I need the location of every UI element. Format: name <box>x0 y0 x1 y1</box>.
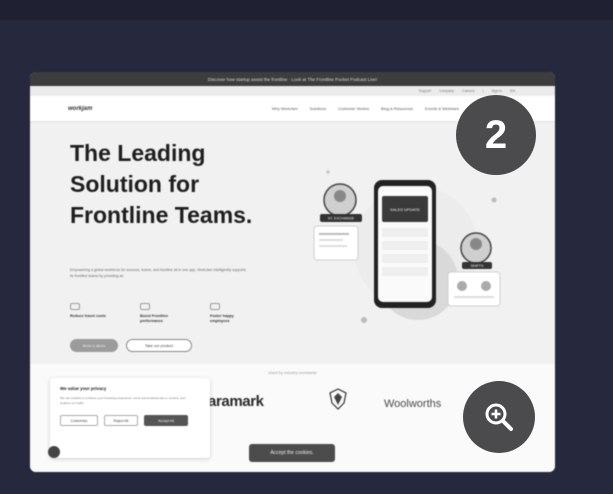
phone-row <box>382 241 428 250</box>
nav-link[interactable]: Customer Stories <box>338 106 369 111</box>
nav-link[interactable]: Why WorkJam <box>272 106 298 111</box>
sparkle-dot <box>326 170 330 174</box>
cookie-title: We value your privacy <box>60 386 107 391</box>
right-card-avatar <box>481 281 491 291</box>
cookie-settings-icon[interactable] <box>48 446 60 458</box>
left-card-line <box>319 233 349 235</box>
right-card-line <box>454 296 494 298</box>
feature-label: Boost Frontline performance <box>140 314 169 323</box>
sparkle-dot <box>491 197 497 203</box>
nav-link[interactable]: Events & Webinars <box>425 106 459 111</box>
feature-icon <box>70 303 80 310</box>
cookie-accept-button[interactable]: Accept All <box>144 415 188 427</box>
cookie-body: We use cookies to enhance your browsing … <box>60 396 186 405</box>
feature-label: Reduce travel costs <box>70 314 106 318</box>
cookie-buttons: Customise Reject All Accept All <box>60 415 200 427</box>
utility-link[interactable]: Sign in <box>491 89 502 93</box>
sparkle-dot <box>361 317 367 323</box>
zoom-in-icon <box>485 403 513 431</box>
left-card <box>313 225 359 261</box>
woolworths-logo-text: Woolworths <box>384 398 442 410</box>
feature-list: Reduce travel costs Boost Frontline perf… <box>70 303 254 324</box>
phone-header-text: SALES UPDATE <box>390 207 420 212</box>
product-tour-button[interactable]: Take our product <box>126 339 192 352</box>
top-band <box>0 0 613 20</box>
right-card-avatar <box>457 281 467 291</box>
nav-link[interactable]: Blog & Resources <box>381 106 413 111</box>
left-card-line <box>319 239 343 241</box>
nav-link[interactable]: Solutions <box>310 106 326 111</box>
avatar-right-face <box>470 238 482 250</box>
cookie-customise-button[interactable]: Customise <box>60 415 98 427</box>
utility-link[interactable]: Company <box>439 89 454 93</box>
hero-illustration: ST. EXCHANGE SALES UPDATE SHIFTS <box>313 170 501 323</box>
nav-links: Why WorkJam Solutions Customer Stories B… <box>272 106 459 111</box>
announcement-text: Discover how startup assist the frontlin… <box>207 76 378 82</box>
avatar-right-tag-text: SHIFTS <box>471 264 484 268</box>
zoom-button[interactable] <box>463 381 535 453</box>
crest-logo <box>329 388 347 410</box>
utility-link[interactable]: Support <box>419 89 431 93</box>
step-number-badge: 2 <box>456 95 536 175</box>
feature-icon <box>210 303 220 310</box>
accept-cookies-tooltip: Accept the cookies. <box>249 444 335 462</box>
utility-bar: Support Company Careers | Sign in EN <box>30 86 555 96</box>
hero-title: The Leading Solution for Frontline Teams… <box>70 140 253 228</box>
phone-row <box>382 254 428 263</box>
customer-logos-heading: Used by industry worldwide <box>268 370 317 375</box>
cookie-reject-button[interactable]: Reject All <box>104 415 138 427</box>
avatar-left-face <box>334 190 346 202</box>
feature-icon <box>140 303 150 310</box>
woolworths-logo: Woolworths <box>384 398 441 410</box>
announcement-bar[interactable]: Discover how startup assist the frontlin… <box>30 72 555 86</box>
site-logo[interactable]: workjam <box>68 106 92 112</box>
right-card <box>447 271 501 307</box>
phone-row <box>382 267 428 276</box>
utility-link[interactable]: Careers <box>462 89 474 93</box>
phone-row <box>382 228 428 237</box>
book-demo-button[interactable]: Book a demo <box>70 339 118 352</box>
feature-item: Reduce travel costs <box>70 303 114 324</box>
feature-label: Foster happy employees <box>210 314 234 323</box>
hero-ctas: Book a demo Take our product <box>70 339 192 352</box>
utility-link[interactable]: EN <box>510 89 515 93</box>
left-card-line <box>319 245 347 247</box>
cookie-banner: We value your privacy We use cookies to … <box>50 378 210 458</box>
feature-item: Boost Frontline performance <box>140 303 184 324</box>
avatar-left-tag-text: ST. EXCHANGE <box>328 217 355 221</box>
utility-separator: | <box>482 89 484 93</box>
hero-subtitle: Empowering a global workforce for succes… <box>70 268 246 278</box>
aramark-logo-text: aramark <box>208 393 264 410</box>
aramark-logo: aramark <box>208 393 264 410</box>
feature-item: Foster happy employees <box>210 303 254 324</box>
